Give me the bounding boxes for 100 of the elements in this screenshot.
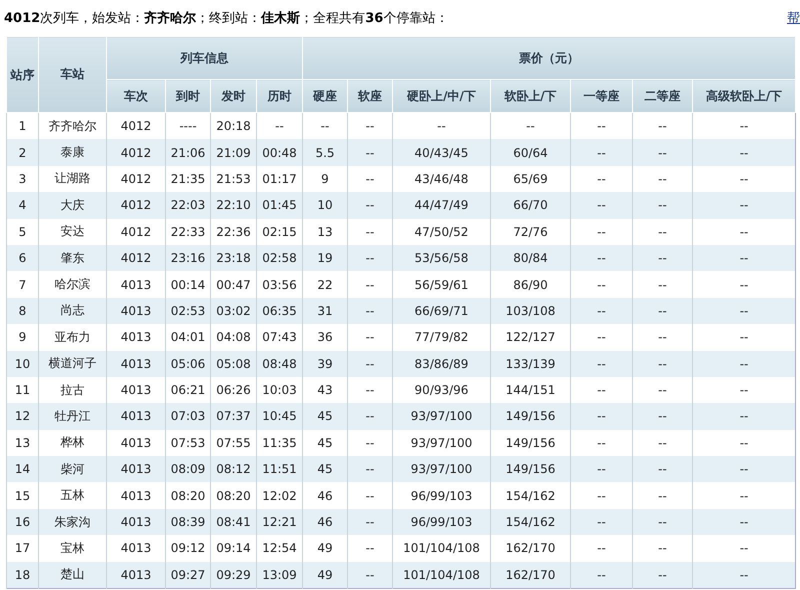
table-cell: 46 xyxy=(302,508,348,536)
table-cell: -- xyxy=(692,376,796,404)
table-cell: -- xyxy=(392,112,490,140)
table-cell: -- xyxy=(348,403,392,430)
table-cell: 43/46/48 xyxy=(392,166,490,192)
column-header: 到时 xyxy=(166,80,210,112)
table-cell: 08:20 xyxy=(166,482,210,509)
table-cell: 让湖路 xyxy=(38,166,106,192)
table-cell: -- xyxy=(570,324,632,351)
table-cell: 14 xyxy=(6,456,38,482)
table-cell: -- xyxy=(692,166,796,192)
table-cell: -- xyxy=(570,298,632,324)
table-cell: -- xyxy=(570,244,632,272)
table-cell: 154/162 xyxy=(490,482,570,509)
table-cell: -- xyxy=(632,139,692,166)
table-cell: -- xyxy=(692,535,796,562)
table-cell: 93/97/100 xyxy=(392,456,490,482)
table-cell: -- xyxy=(348,562,392,589)
column-header: 二等座 xyxy=(632,80,692,112)
table-cell: 72/76 xyxy=(490,218,570,245)
table-cell: -- xyxy=(490,112,570,140)
table-cell: 09:14 xyxy=(210,535,256,562)
table-cell: 4013 xyxy=(106,508,166,536)
table-cell: 21:35 xyxy=(166,166,210,192)
table-cell: 06:35 xyxy=(256,298,302,324)
table-cell: -- xyxy=(692,403,796,430)
table-cell: -- xyxy=(692,271,796,298)
table-cell: -- xyxy=(632,403,692,430)
table-cell: 齐齐哈尔 xyxy=(38,112,106,140)
table-cell: 22 xyxy=(302,271,348,298)
table-cell: 47/50/52 xyxy=(392,218,490,245)
table-cell: 4013 xyxy=(106,562,166,589)
table-cell: 21:53 xyxy=(210,166,256,192)
table-cell: -- xyxy=(348,350,392,377)
table-cell: -- xyxy=(570,403,632,430)
table-cell: -- xyxy=(692,139,796,166)
column-header: 硬卧上/中/下 xyxy=(392,80,490,112)
table-cell: -- xyxy=(692,192,796,219)
table-cell: 4012 xyxy=(106,244,166,272)
table-cell: 80/84 xyxy=(490,244,570,272)
table-cell: -- xyxy=(632,298,692,324)
table-cell: 05:08 xyxy=(210,350,256,377)
table-cell: -- xyxy=(348,376,392,404)
table-cell: 93/97/100 xyxy=(392,430,490,456)
table-cell: -- xyxy=(632,508,692,536)
table-cell: 9 xyxy=(6,324,38,351)
column-group-header: 列车信息 xyxy=(106,36,302,80)
table-cell: 5 xyxy=(6,218,38,245)
table-cell: -- xyxy=(570,166,632,192)
table-cell: -- xyxy=(570,350,632,377)
table-cell: 06:21 xyxy=(166,376,210,404)
table-cell: -- xyxy=(692,562,796,589)
table-cell: 亚布力 xyxy=(38,324,106,351)
table-cell: 安达 xyxy=(38,218,106,245)
table-cell: -- xyxy=(348,218,392,245)
table-cell: 09:27 xyxy=(166,562,210,589)
table-cell: 23:16 xyxy=(166,244,210,272)
table-cell: -- xyxy=(348,192,392,219)
table-cell: -- xyxy=(570,192,632,219)
column-header: 硬座 xyxy=(302,80,348,112)
table-cell: -- xyxy=(692,298,796,324)
table-cell: -- xyxy=(348,112,392,140)
table-cell: 11 xyxy=(6,376,38,404)
table-cell: 49 xyxy=(302,535,348,562)
table-cell: 07:53 xyxy=(166,430,210,456)
table-cell: -- xyxy=(348,430,392,456)
table-cell: 31 xyxy=(302,298,348,324)
table-cell: 泰康 xyxy=(38,139,106,166)
table-cell: 1 xyxy=(6,112,38,140)
table-cell: -- xyxy=(570,430,632,456)
help-link[interactable]: 帮 xyxy=(787,9,800,27)
table-cell: 横道河子 xyxy=(38,350,106,377)
table-cell: 83/86/89 xyxy=(392,350,490,377)
table-cell: -- xyxy=(692,244,796,272)
table-cell: 4013 xyxy=(106,482,166,509)
table-cell: -- xyxy=(348,139,392,166)
table-cell: 02:58 xyxy=(256,244,302,272)
table-cell: 133/139 xyxy=(490,350,570,377)
table-cell: 4 xyxy=(6,192,38,219)
table-cell: 4013 xyxy=(106,298,166,324)
table-cell: 3 xyxy=(6,166,38,192)
table-cell: 12:54 xyxy=(256,535,302,562)
table-cell: 149/156 xyxy=(490,430,570,456)
table-cell: 4013 xyxy=(106,376,166,404)
table-cell: -- xyxy=(632,456,692,482)
table-cell: 09:29 xyxy=(210,562,256,589)
table-cell: -- xyxy=(632,166,692,192)
table-cell: 10:45 xyxy=(256,403,302,430)
table-cell: 15 xyxy=(6,482,38,509)
table-cell: 10:03 xyxy=(256,376,302,404)
table-cell: 08:09 xyxy=(166,456,210,482)
table-cell: 13 xyxy=(6,430,38,456)
column-header: 历时 xyxy=(256,80,302,112)
table-cell: -- xyxy=(692,218,796,245)
table-cell: 103/108 xyxy=(490,298,570,324)
train-summary: 4012次列车，始发站：齐齐哈尔；终到站：佳木斯；全程共有36个停靠站： xyxy=(4,10,448,27)
table-cell: 02:15 xyxy=(256,218,302,245)
table-cell: 56/59/61 xyxy=(392,271,490,298)
table-cell: 4013 xyxy=(106,403,166,430)
table-cell: -- xyxy=(632,324,692,351)
